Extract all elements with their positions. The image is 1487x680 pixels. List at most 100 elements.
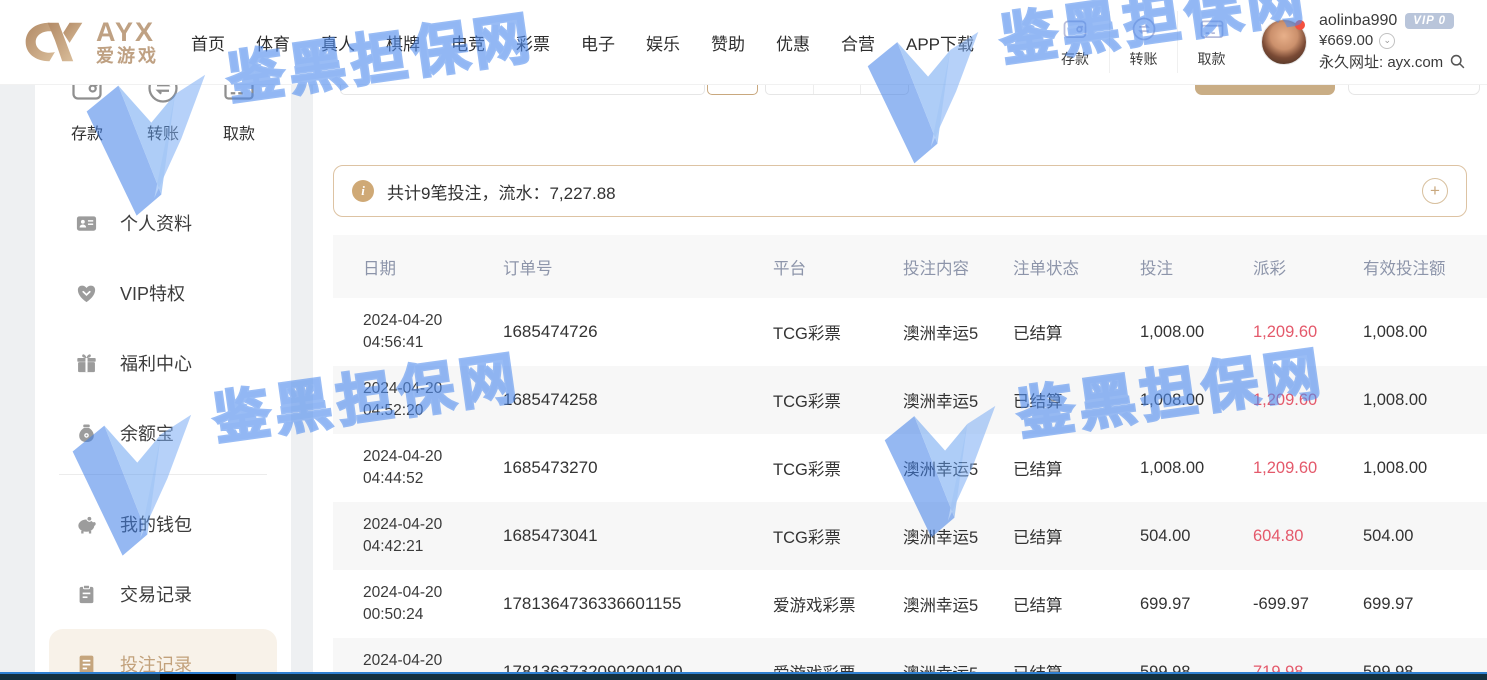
bottom-bar xyxy=(0,672,1487,680)
payout-cell: 1,209.60 xyxy=(1253,459,1363,478)
nav-item[interactable]: 体育 xyxy=(256,30,290,55)
order-cell: 1685474726 xyxy=(503,322,773,342)
nav-item[interactable]: 电子 xyxy=(581,30,615,55)
column-header: 订单号 xyxy=(503,255,773,279)
bet-content-cell: 澳洲幸运5 xyxy=(903,456,1013,480)
status-cell: 已结算 xyxy=(1013,456,1140,480)
date-cell: 2024-04-20 04:56:41 xyxy=(363,310,503,353)
piggy-icon xyxy=(75,513,98,536)
date-cell: 2024-04-20 00:50:24 xyxy=(363,582,503,625)
table-row: 2024-04-20 04:44:52 1685473270 TCG彩票 澳洲幸… xyxy=(333,434,1487,502)
bets-table: 日期订单号平台投注内容注单状态投注派彩有效投注额 2024-04-20 04:5… xyxy=(333,235,1487,680)
table-header-row: 日期订单号平台投注内容注单状态投注派彩有效投注额 xyxy=(333,235,1487,298)
bet-amount-cell: 1,008.00 xyxy=(1140,391,1253,410)
nav-item[interactable]: 合营 xyxy=(841,30,875,55)
date-cell: 2024-04-20 04:42:21 xyxy=(363,514,503,557)
top-header: AYX 爱游戏 首页 体育 真人 棋牌 电竞 彩票 电子 娱乐 赞助 优惠 合营 APP下载 存款 转… xyxy=(0,0,1487,85)
order-cell: 1781364736336601155 xyxy=(503,594,773,614)
search-icon[interactable] xyxy=(1449,53,1466,70)
clipboard-icon xyxy=(75,583,98,606)
expand-plus-button[interactable]: + xyxy=(1422,178,1448,204)
nav-item[interactable]: 赞助 xyxy=(711,30,745,55)
summary-text: 共计9笔投注，流水：7,227.88 xyxy=(387,179,616,204)
transfer-icon xyxy=(1130,15,1158,43)
bottom-bar-segment xyxy=(160,674,236,680)
card-icon xyxy=(1198,15,1226,43)
column-header: 平台 xyxy=(773,255,903,279)
vip-icon xyxy=(75,282,98,305)
payout-cell: 604.80 xyxy=(1253,527,1363,546)
column-header: 注单状态 xyxy=(1013,255,1140,279)
column-header: 派彩 xyxy=(1253,255,1363,279)
column-header: 有效投注额 xyxy=(1363,255,1487,279)
table-row: 2024-04-20 00:50:24 1781364736336601155 … xyxy=(333,570,1487,638)
order-cell: 1685473270 xyxy=(503,458,773,478)
valid-bet-cell: 699.97 xyxy=(1363,595,1487,614)
sidebar-menu-item[interactable]: 我的钱包 xyxy=(35,489,291,559)
ayx-logo-icon xyxy=(22,18,86,66)
column-header: 日期 xyxy=(363,255,503,279)
info-icon: i xyxy=(352,180,374,202)
platform-cell: TCG彩票 xyxy=(773,524,903,548)
nav-item[interactable]: 真人 xyxy=(321,30,355,55)
valid-bet-cell: 1,008.00 xyxy=(1363,459,1487,478)
status-cell: 已结算 xyxy=(1013,388,1140,412)
sidebar-menu-item[interactable]: 余额宝 xyxy=(35,398,291,468)
header-quick-action[interactable]: 取款 xyxy=(1177,11,1245,73)
nav-item[interactable]: 优惠 xyxy=(776,30,810,55)
table-row: 2024-04-20 04:56:41 1685474726 TCG彩票 澳洲幸… xyxy=(333,298,1487,366)
nav-item[interactable]: 首页 xyxy=(191,30,225,55)
valid-bet-cell: 1,008.00 xyxy=(1363,391,1487,410)
permanent-url: 永久网址: ayx.com xyxy=(1319,51,1443,72)
nav-item[interactable]: 电竞 xyxy=(451,30,485,55)
bet-content-cell: 澳洲幸运5 xyxy=(903,524,1013,548)
sidebar-menu-item[interactable]: VIP特权 xyxy=(35,258,291,328)
valid-bet-cell: 504.00 xyxy=(1363,527,1487,546)
wallet-icon xyxy=(1061,15,1089,43)
date-cell: 2024-04-20 04:44:52 xyxy=(363,446,503,489)
header-quick-action[interactable]: 转账 xyxy=(1109,11,1177,73)
nav-item[interactable]: APP下载 xyxy=(906,30,974,55)
payout-cell: -699.97 xyxy=(1253,595,1363,614)
sidebar: 存款 转账 取款 个人资料 VIP特权 xyxy=(35,0,291,680)
bet-content-cell: 澳洲幸运5 xyxy=(903,320,1013,344)
status-cell: 已结算 xyxy=(1013,592,1140,616)
page: i 共计9笔投注，流水：7,227.88 + 日期订单号平台投注内容注单状态投注… xyxy=(0,0,1487,680)
nav-item[interactable]: 棋牌 xyxy=(386,30,420,55)
bet-amount-cell: 1,008.00 xyxy=(1140,323,1253,342)
nav-item[interactable]: 彩票 xyxy=(516,30,550,55)
nav-item[interactable]: 娱乐 xyxy=(646,30,680,55)
gift-icon xyxy=(75,352,98,375)
table-body: 2024-04-20 04:56:41 1685474726 TCG彩票 澳洲幸… xyxy=(333,298,1487,680)
main-nav: 首页 体育 真人 棋牌 电竞 彩票 电子 娱乐 赞助 优惠 合营 APP下载 xyxy=(191,30,974,55)
moneybag-icon xyxy=(75,422,98,445)
order-cell: 1685473041 xyxy=(503,526,773,546)
sidebar-menu-item[interactable]: 福利中心 xyxy=(35,328,291,398)
valid-bet-cell: 1,008.00 xyxy=(1363,323,1487,342)
main-panel: i 共计9笔投注，流水：7,227.88 + 日期订单号平台投注内容注单状态投注… xyxy=(313,55,1487,680)
bet-content-cell: 澳洲幸运5 xyxy=(903,388,1013,412)
payout-cell: 1,209.60 xyxy=(1253,323,1363,342)
bet-amount-cell: 699.97 xyxy=(1140,595,1253,614)
ayx-logo[interactable]: AYX 爱游戏 xyxy=(22,18,159,66)
vip-badge: VIP 0 xyxy=(1405,13,1454,29)
platform-cell: TCG彩票 xyxy=(773,388,903,412)
table-row: 2024-04-20 04:52:20 1685474258 TCG彩票 澳洲幸… xyxy=(333,366,1487,434)
username: aolinba990 xyxy=(1319,12,1397,30)
sidebar-menu: 个人资料 VIP特权 福利中心 余额宝 我的钱包 xyxy=(35,188,291,680)
status-cell: 已结算 xyxy=(1013,524,1140,548)
balance-dropdown-icon[interactable]: ⌄ xyxy=(1379,33,1395,49)
platform-cell: TCG彩票 xyxy=(773,456,903,480)
column-header: 投注内容 xyxy=(903,255,1013,279)
sidebar-menu-item[interactable]: 个人资料 xyxy=(35,188,291,258)
bet-amount-cell: 1,008.00 xyxy=(1140,459,1253,478)
notification-dot xyxy=(1295,20,1305,30)
balance: ¥669.00 xyxy=(1319,32,1373,49)
payout-cell: 1,209.60 xyxy=(1253,391,1363,410)
column-header: 投注 xyxy=(1140,255,1253,279)
sidebar-menu-item[interactable]: 交易记录 xyxy=(35,559,291,629)
platform-cell: 爱游戏彩票 xyxy=(773,592,903,616)
date-cell: 2024-04-20 04:52:20 xyxy=(363,378,503,421)
header-quick-action[interactable]: 存款 xyxy=(1041,11,1109,73)
summary-bar: i 共计9笔投注，流水：7,227.88 + xyxy=(333,165,1467,217)
